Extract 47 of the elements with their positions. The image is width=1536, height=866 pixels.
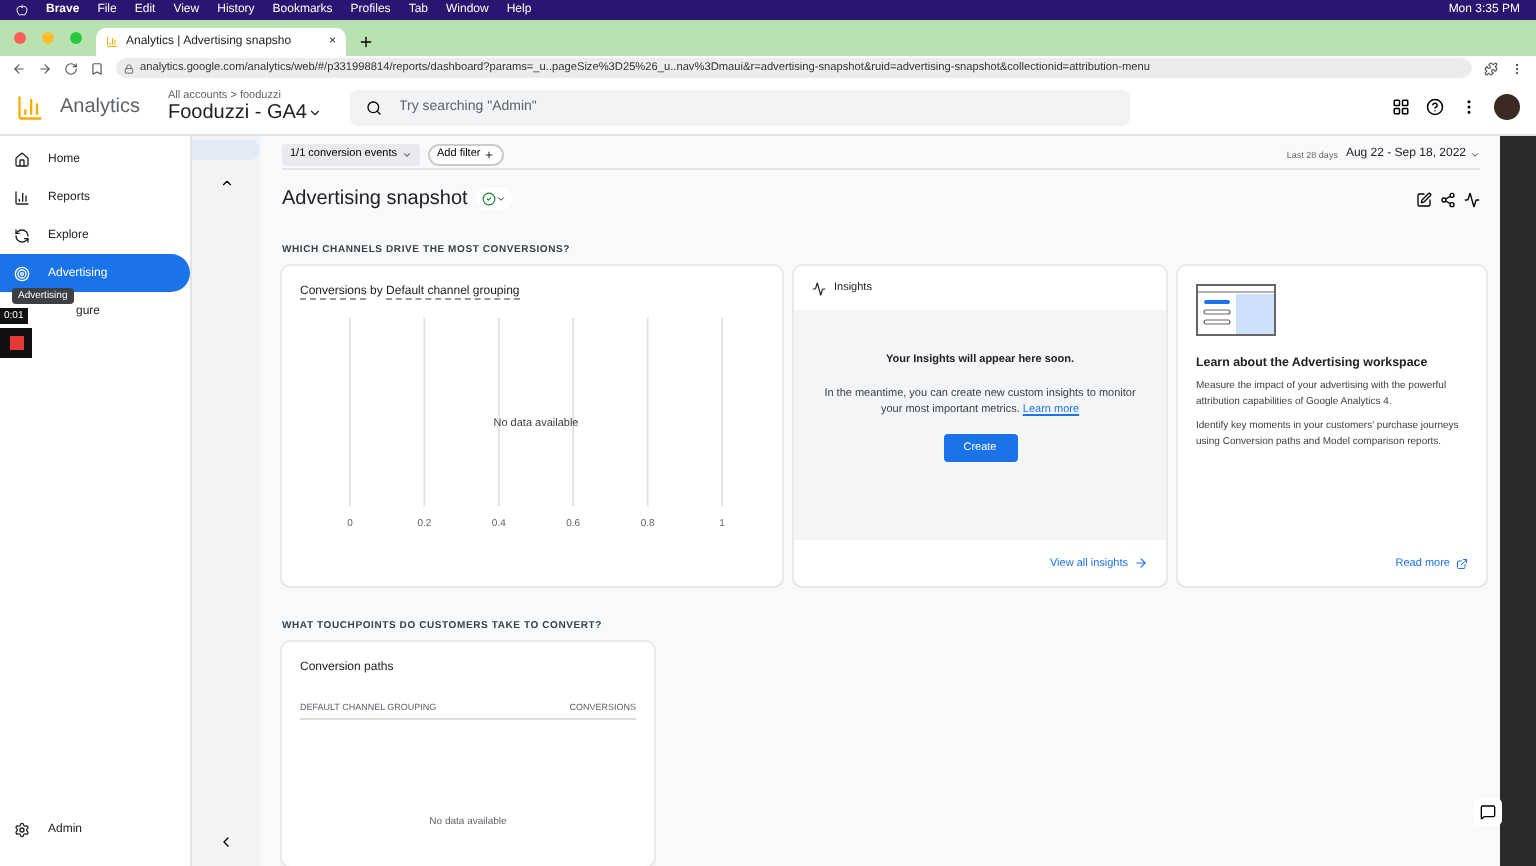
target-icon [14, 265, 30, 281]
help-icon[interactable] [1426, 98, 1444, 116]
analytics-logo-icon [16, 93, 44, 121]
insights-icon [812, 281, 826, 295]
explore-icon [14, 227, 30, 243]
new-tab-icon[interactable] [358, 34, 374, 50]
minimize-dot[interactable] [42, 32, 54, 44]
back-icon[interactable] [12, 61, 26, 75]
status-dropdown[interactable] [475, 188, 512, 210]
avatar[interactable] [1494, 94, 1520, 120]
edit-icon[interactable] [1416, 191, 1432, 207]
bookmark-icon[interactable] [90, 61, 104, 75]
plus-icon [484, 149, 495, 159]
feedback-button[interactable] [1474, 798, 1502, 826]
chat-icon [1480, 804, 1496, 820]
bar-chart-icon [106, 36, 118, 48]
stop-recording-button[interactable] [0, 328, 32, 358]
bar-chart-icon [14, 189, 30, 205]
external-link-icon [1456, 558, 1468, 570]
apple-icon [16, 4, 28, 16]
more-icon[interactable] [1510, 61, 1524, 75]
puzzle-icon[interactable] [1484, 61, 1498, 75]
gear-icon [14, 822, 30, 838]
caret-icon [307, 106, 321, 120]
forward-icon[interactable] [38, 61, 52, 75]
selected-item-highlight [192, 140, 260, 160]
collapse-left-icon[interactable] [218, 834, 234, 850]
search-icon [365, 99, 381, 115]
reload-icon[interactable] [64, 61, 78, 75]
product-name: Analytics [60, 96, 141, 118]
check-circle-icon [481, 192, 496, 206]
apps-icon[interactable] [1392, 98, 1410, 116]
collapse-up-icon[interactable] [219, 176, 233, 190]
caret-icon [495, 194, 506, 204]
caret-icon [401, 149, 412, 159]
stop-icon [9, 336, 23, 350]
workspace-illustration [1196, 284, 1276, 336]
property-selector[interactable]: Fooduzzi - GA4 [168, 102, 321, 124]
arrow-right-icon [1134, 556, 1148, 570]
zoom-dot[interactable] [70, 32, 82, 44]
close-dot[interactable] [14, 32, 26, 44]
home-icon [14, 151, 30, 167]
page-title: Advertising snapshot [282, 188, 468, 210]
share-icon[interactable] [1440, 191, 1456, 207]
lock-icon [124, 63, 134, 73]
insights-icon[interactable] [1464, 191, 1480, 207]
caret-icon [1470, 149, 1480, 159]
